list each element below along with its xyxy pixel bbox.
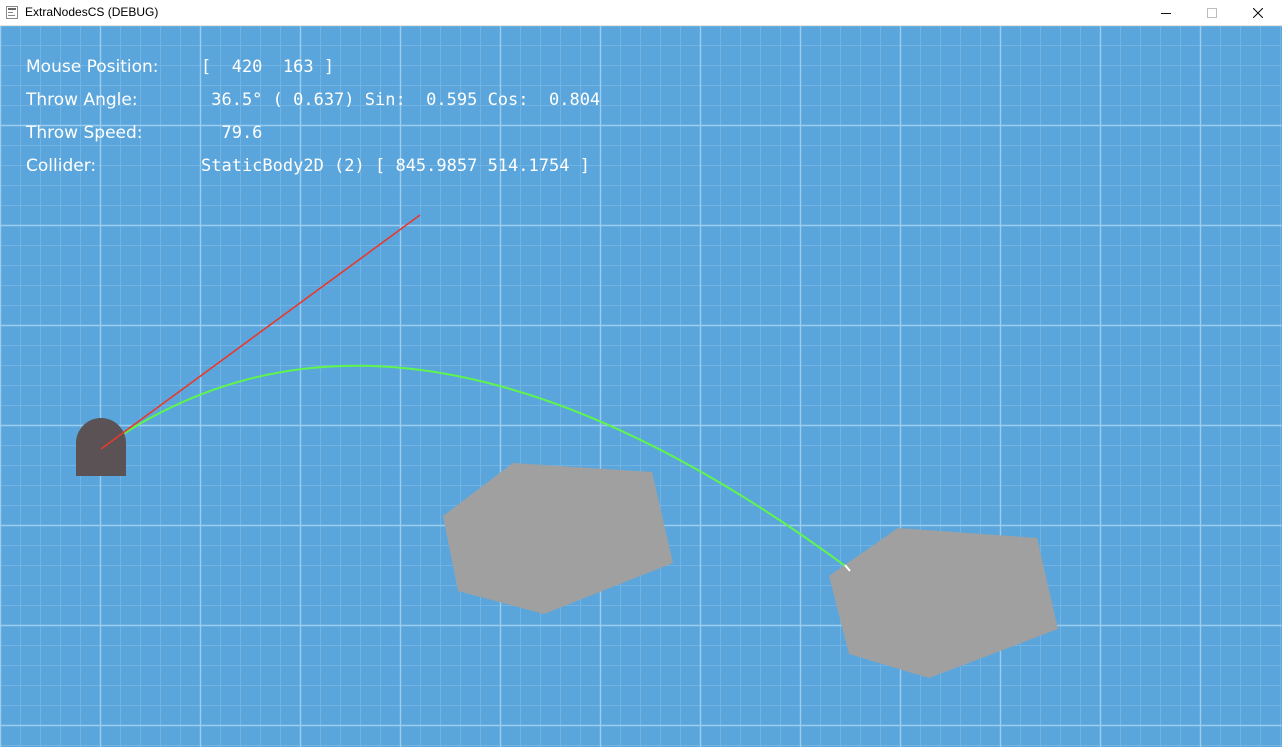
debug-hud: Mouse Position: [ 420 163 ] Throw Angle:… xyxy=(0,26,1282,226)
collider-value: StaticBody2D (2) [ 845.9857 514.1754 ] xyxy=(201,156,590,176)
maximize-button[interactable] xyxy=(1189,0,1235,26)
minimize-button[interactable] xyxy=(1143,0,1189,26)
throw-speed-value: 79.6 xyxy=(201,123,263,143)
maximize-icon xyxy=(1207,8,1217,18)
throw-angle-value: 36.5° ( 0.637) Sin: 0.595 Cos: 0.804 xyxy=(201,90,601,110)
app-icon xyxy=(6,6,18,19)
close-icon xyxy=(1253,8,1263,18)
collider-label: Collider: xyxy=(26,156,97,176)
throw-angle-label: Throw Angle: xyxy=(26,90,138,110)
close-button[interactable] xyxy=(1235,0,1281,26)
thrower-character xyxy=(76,418,126,476)
mouse-position-label: Mouse Position: xyxy=(26,57,159,77)
throw-speed-label: Throw Speed: xyxy=(26,123,143,143)
game-viewport[interactable]: Mouse Position: [ 420 163 ] Throw Angle:… xyxy=(0,26,1282,747)
mouse-position-value: [ 420 163 ] xyxy=(201,57,335,77)
title-bar[interactable]: ExtraNodesCS (DEBUG) xyxy=(0,0,1282,26)
minimize-icon xyxy=(1161,13,1171,14)
window-title: ExtraNodesCS (DEBUG) xyxy=(25,5,159,19)
